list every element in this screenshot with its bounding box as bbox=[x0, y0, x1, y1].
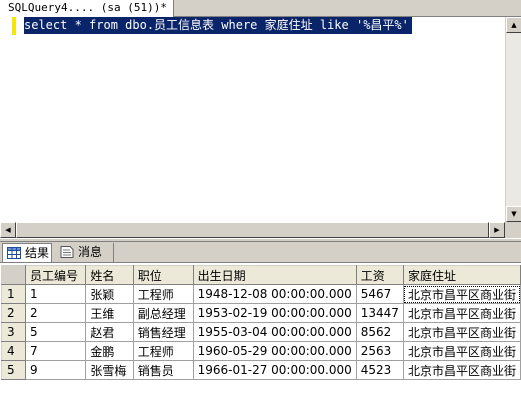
grid-cell[interactable]: 1966-01-27 00:00:00.000 bbox=[192, 360, 357, 380]
table-row: 3 5 赵君 销售经理 1955-03-04 00:00:00.000 8562… bbox=[1, 322, 521, 342]
grid-cell[interactable]: 销售员 bbox=[132, 360, 194, 380]
change-indicator-bar bbox=[12, 17, 16, 35]
column-header[interactable]: 姓名 bbox=[85, 265, 134, 285]
scrollbar-corner bbox=[505, 222, 521, 238]
grid-cell[interactable]: 1955-03-04 00:00:00.000 bbox=[192, 322, 357, 342]
results-tab-bar: 结果 消息 bbox=[0, 242, 521, 262]
column-header[interactable]: 职位 bbox=[132, 265, 194, 285]
tab-messages[interactable]: 消息 bbox=[56, 243, 114, 262]
grid-cell[interactable]: 7 bbox=[24, 341, 87, 361]
table-row: 1 1 张颖 工程师 1948-12-08 00:00:00.000 5467 … bbox=[1, 284, 521, 304]
scroll-up-arrow-icon[interactable]: ▲ bbox=[506, 17, 521, 33]
grid-cell[interactable]: 工程师 bbox=[132, 341, 194, 361]
grid-cell[interactable]: 副总经理 bbox=[132, 303, 194, 323]
results-grid: 员工编号 姓名 职位 出生日期 工资 家庭住址 1 1 张颖 工程师 1948-… bbox=[1, 265, 521, 380]
grid-cell[interactable]: 13447 bbox=[355, 303, 404, 323]
editor-vertical-scrollbar[interactable]: ▲ ▼ bbox=[505, 17, 521, 222]
grid-cell[interactable]: 张雪梅 bbox=[85, 360, 134, 380]
grid-cell[interactable]: 1 bbox=[24, 284, 87, 304]
grid-icon bbox=[7, 247, 21, 259]
editor-horizontal-scrollbar[interactable]: ◀ ▶ bbox=[0, 222, 505, 238]
results-grid-pane: 员工编号 姓名 职位 出生日期 工资 家庭住址 1 1 张颖 工程师 1948-… bbox=[0, 262, 521, 403]
grid-cell[interactable]: 9 bbox=[24, 360, 87, 380]
tab-results-label: 结果 bbox=[25, 246, 50, 260]
tab-results[interactable]: 结果 bbox=[2, 243, 52, 262]
sql-statement[interactable]: select * from dbo.员工信息表 where 家庭住址 like … bbox=[24, 17, 412, 34]
grid-cell[interactable]: 1960-05-29 00:00:00.000 bbox=[192, 341, 357, 361]
grid-cell[interactable]: 1953-02-19 00:00:00.000 bbox=[192, 303, 357, 323]
scroll-right-arrow-icon[interactable]: ▶ bbox=[489, 222, 505, 238]
column-header[interactable]: 出生日期 bbox=[192, 265, 357, 285]
grid-cell[interactable]: 赵君 bbox=[85, 322, 134, 342]
grid-cell[interactable]: 4523 bbox=[355, 360, 404, 380]
row-number[interactable]: 5 bbox=[1, 360, 26, 380]
grid-cell[interactable]: 8562 bbox=[355, 322, 404, 342]
grid-cell[interactable]: 金鹏 bbox=[85, 341, 134, 361]
grid-cell[interactable]: 北京市昌平区商业街 bbox=[402, 284, 521, 304]
grid-cell[interactable]: 北京市昌平区商业街 bbox=[402, 303, 521, 323]
grid-cell[interactable]: 北京市昌平区商业街 bbox=[402, 360, 521, 380]
grid-cell[interactable]: 北京市昌平区商业街 bbox=[402, 322, 521, 342]
query-document-tab[interactable]: SQLQuery4.... (sa (51))* bbox=[0, 0, 174, 17]
grid-cell[interactable]: 1948-12-08 00:00:00.000 bbox=[192, 284, 357, 304]
column-header[interactable]: 家庭住址 bbox=[402, 265, 521, 285]
row-number[interactable]: 2 bbox=[1, 303, 26, 323]
row-number[interactable]: 1 bbox=[1, 284, 26, 304]
tab-messages-label: 消息 bbox=[78, 245, 103, 259]
editor-gutter bbox=[0, 17, 12, 222]
row-number[interactable]: 4 bbox=[1, 341, 26, 361]
query-editor[interactable]: select * from dbo.员工信息表 where 家庭住址 like … bbox=[0, 17, 521, 222]
row-number[interactable]: 3 bbox=[1, 322, 26, 342]
grid-cell[interactable]: 张颖 bbox=[85, 284, 134, 304]
grid-cell[interactable]: 5467 bbox=[355, 284, 404, 304]
grid-cell[interactable]: 王维 bbox=[85, 303, 134, 323]
grid-cell[interactable]: 2 bbox=[24, 303, 87, 323]
grid-cell[interactable]: 2563 bbox=[355, 341, 404, 361]
column-header[interactable]: 员工编号 bbox=[24, 265, 87, 285]
grid-corner-cell[interactable] bbox=[1, 265, 26, 285]
grid-header-row: 员工编号 姓名 职位 出生日期 工资 家庭住址 bbox=[1, 265, 521, 285]
scroll-down-arrow-icon[interactable]: ▼ bbox=[506, 206, 521, 222]
horizontal-scroll-thumb[interactable] bbox=[16, 222, 489, 238]
table-row: 2 2 王维 副总经理 1953-02-19 00:00:00.000 1344… bbox=[1, 303, 521, 323]
grid-cell[interactable]: 5 bbox=[24, 322, 87, 342]
table-row: 5 9 张雪梅 销售员 1966-01-27 00:00:00.000 4523… bbox=[1, 360, 521, 380]
grid-cell[interactable]: 北京市昌平区商业街 bbox=[402, 341, 521, 361]
table-row: 4 7 金鹏 工程师 1960-05-29 00:00:00.000 2563 … bbox=[1, 341, 521, 361]
messages-icon bbox=[60, 246, 74, 258]
grid-cell[interactable]: 销售经理 bbox=[132, 322, 194, 342]
document-tab-strip: SQLQuery4.... (sa (51))* bbox=[0, 0, 521, 17]
column-header[interactable]: 工资 bbox=[355, 265, 404, 285]
grid-cell[interactable]: 工程师 bbox=[132, 284, 194, 304]
scroll-left-arrow-icon[interactable]: ◀ bbox=[0, 222, 16, 238]
